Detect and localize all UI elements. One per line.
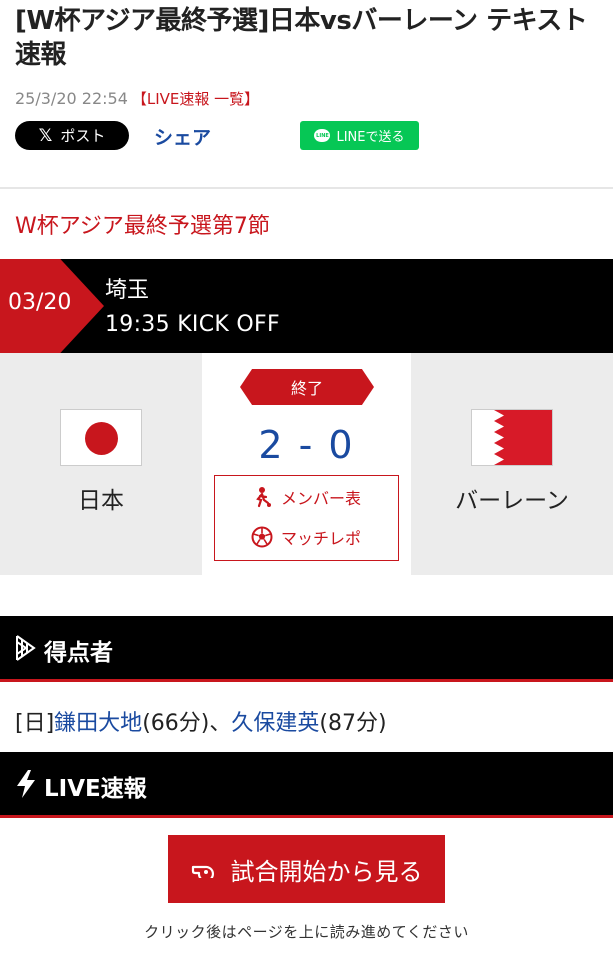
x-logo-icon: 𝕏 [38,125,53,146]
live-list-link[interactable]: 【LIVE速報 一覧】 [132,90,259,108]
home-team-name: 日本 [78,488,124,514]
away-team-panel: バーレーン [411,353,613,575]
whistle-icon [191,865,214,878]
share-row: 𝕏 ポスト シェア LINE LINEで送る [15,121,605,151]
scorers-list: [日]鎌田大地(66分)、久保建英(87分) [15,705,387,737]
kickoff-time: 19:35 KICK OFF [105,312,280,337]
article-meta: 25/3/20 22:54 【LIVE速報 一覧】 [15,88,259,109]
flag-sun [85,422,118,455]
live-header: LIVE速報 [0,752,613,818]
match-score: 2 - 0 [258,423,355,467]
line-send-label: LINEで送る [336,130,405,145]
match-venue: 埼玉 [105,278,150,303]
divider [0,187,613,189]
x-post-label: ポスト [60,127,106,145]
members-link-label: メンバー表 [280,489,361,508]
scorer-player-link[interactable]: 久保建英 [231,711,319,736]
line-logo-icon: LINE [314,129,331,142]
home-team-panel: 日本 [0,353,202,575]
line-send-button[interactable]: LINE LINEで送る [300,121,419,150]
article-datetime: 25/3/20 22:54 [15,89,128,108]
match-round: W杯アジア最終予選第7節 [15,214,270,239]
bahrain-flag-icon [471,409,553,466]
live-title: LIVE速報 [44,776,147,802]
scorer-team-prefix: [日] [15,711,55,736]
bahrain-flag-graphic [472,410,552,465]
score-panel: 終了 2 - 0 メンバー表 マッチレポ [202,353,411,575]
match-status-badge: 終了 [240,369,374,405]
japan-flag-icon [60,409,142,466]
x-post-button[interactable]: 𝕏 ポスト [15,121,129,150]
share-button[interactable]: シェア [154,123,211,150]
away-team-name: バーレーン [455,488,569,514]
article-headline: [W杯アジア最終予選]日本vsバーレーン テキスト速報 [15,6,588,70]
scroll-note: クリック後はページを上に読み進めてください [144,923,469,941]
scorers-title: 得点者 [44,640,113,666]
scorer-separator: 、 [209,711,232,736]
match-report-link[interactable]: マッチレポ [215,522,397,552]
soccer-ball-icon [251,526,273,548]
scorer-minute: (66分) [142,711,210,736]
player-icon [256,487,271,508]
scorer-minute: (87分) [319,711,387,736]
scoreboard: 日本 終了 2 - 0 メンバー表 マッチレポ バーレーン [0,353,613,575]
match-date-badge: 03/20 [0,259,104,353]
lightning-icon [17,770,35,798]
match-report-label: マッチレポ [280,529,361,548]
view-from-kickoff-button[interactable]: 試合開始から見る [168,835,445,903]
match-links-box: メンバー表 マッチレポ [214,475,399,561]
kickoff-bar: 03/20 埼玉 19:35 KICK OFF [0,259,613,353]
match-date: 03/20 [8,290,72,315]
members-link[interactable]: メンバー表 [215,482,397,512]
view-from-kickoff-label: 試合開始から見る [230,857,423,886]
scorers-header: 得点者 [0,616,613,682]
scorer-player-link[interactable]: 鎌田大地 [54,711,142,736]
goal-net-icon [16,635,36,661]
